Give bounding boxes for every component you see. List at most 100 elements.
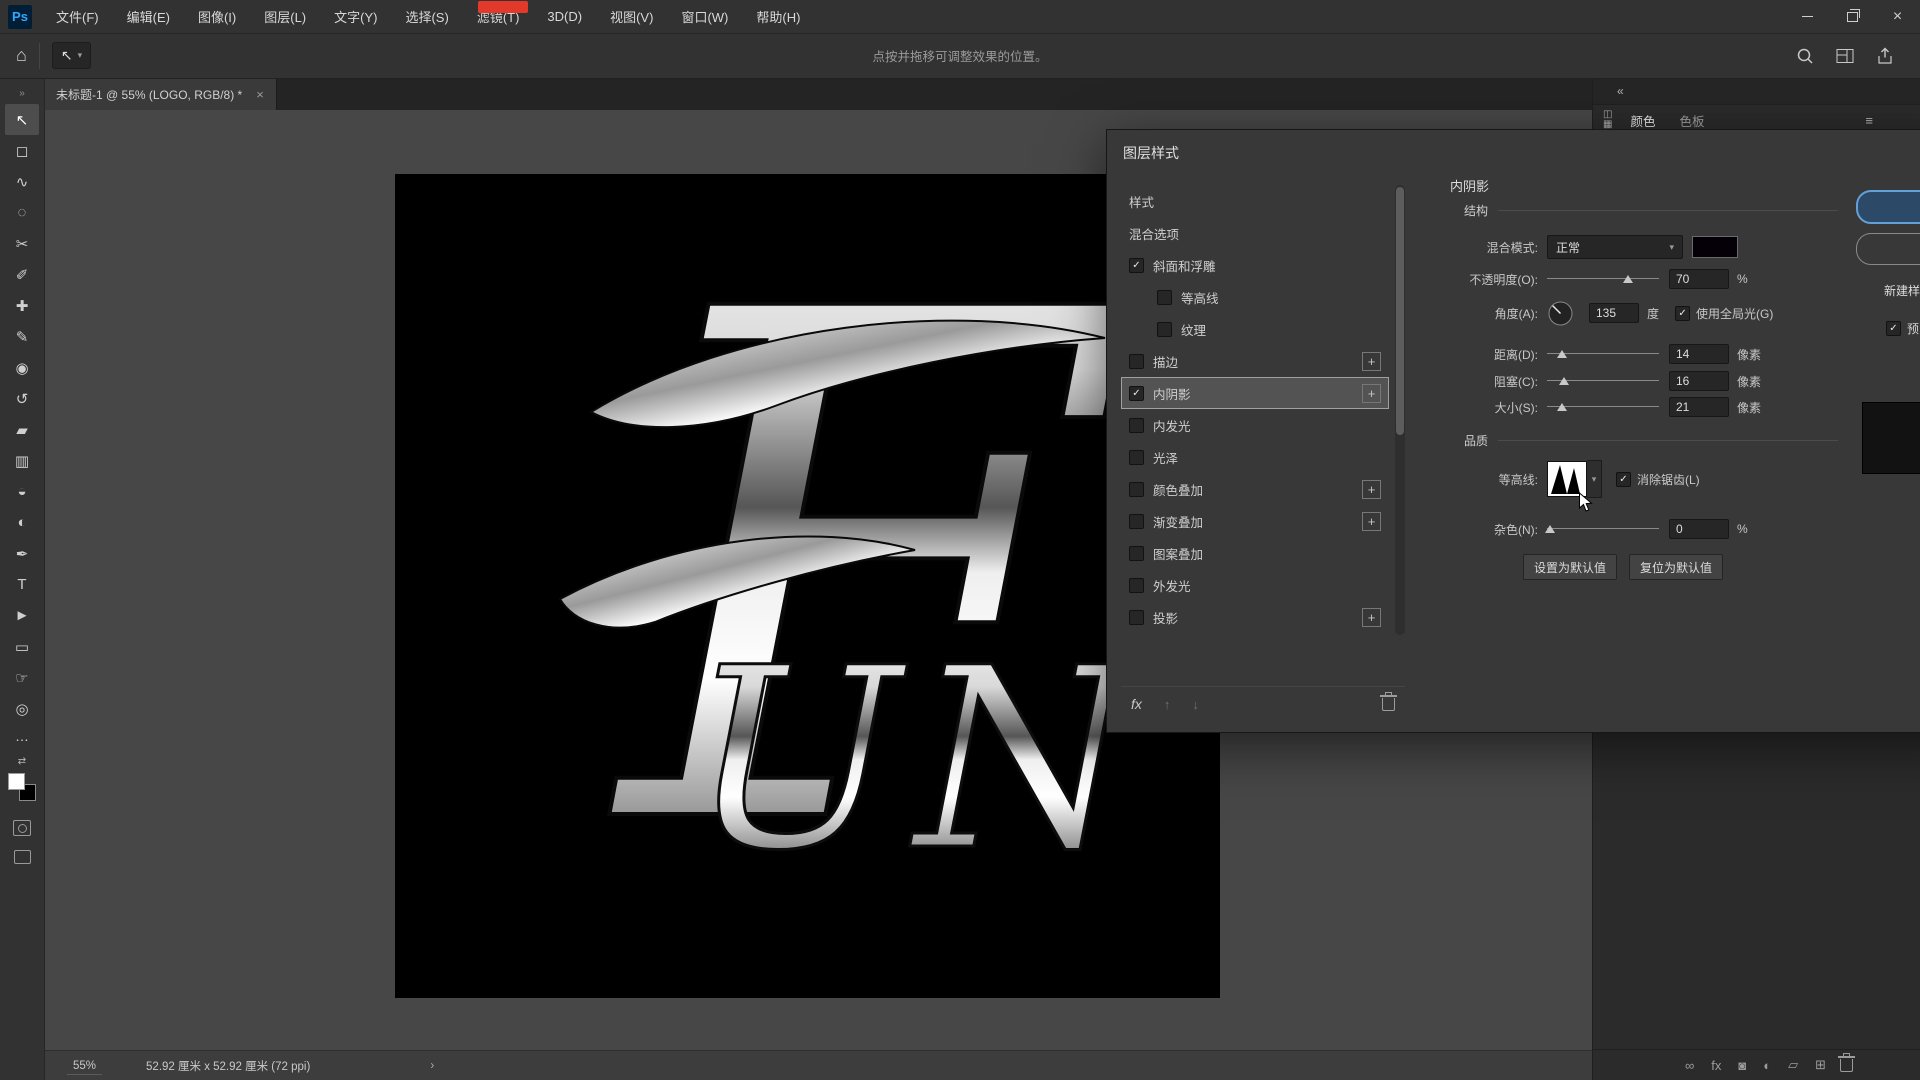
new-layer-icon[interactable]: ⊞ [1815,1057,1826,1073]
link-layers-icon[interactable]: ∞ [1685,1058,1694,1073]
tab-close-icon[interactable]: × [256,87,264,102]
minimize-button[interactable] [1785,0,1830,33]
menu-item[interactable]: 窗口(W) [667,0,742,33]
contour-picker-chevron-icon[interactable]: ▾ [1587,460,1602,498]
menu-item[interactable]: 视图(V) [596,0,667,33]
slider-thumb[interactable] [1557,403,1567,411]
contour-thumbnail[interactable] [1547,461,1587,497]
style-row-inner-glow[interactable]: 内发光 + [1121,409,1389,441]
style-row-drop-shadow[interactable]: 投影 + [1121,601,1389,633]
layer-mask-icon[interactable]: ◙ [1738,1058,1746,1073]
swap-colors-icon[interactable]: ⇄ [18,756,26,768]
choke-input[interactable] [1669,371,1729,391]
set-default-button[interactable]: 设置为默认值 [1523,554,1617,580]
style-row-pattern-overlay[interactable]: 图案叠加 + [1121,537,1389,569]
add-effect-instance-button[interactable]: + [1362,384,1381,403]
document-tab[interactable]: 未标题-1 @ 55% (LOGO, RGB/8) * × [44,78,277,110]
clone-stamp-tool[interactable]: ◉ [5,352,39,383]
panel-menu-icon[interactable]: ≡ [1865,113,1873,128]
zoom-level[interactable]: 55% [67,1058,102,1075]
opacity-slider[interactable] [1547,271,1659,287]
workspace-icon[interactable] [1836,47,1854,65]
edit-toolbar-icon[interactable]: … [15,728,29,748]
slider-thumb[interactable] [1545,525,1555,533]
menu-item[interactable]: 选择(S) [391,0,462,33]
add-effect-instance-button[interactable]: + [1362,480,1381,499]
style-enabled-checkbox[interactable] [1157,322,1172,337]
foreground-color-swatch[interactable] [8,773,25,790]
slider-thumb[interactable] [1557,350,1567,358]
gradient-tool[interactable]: ▥ [5,445,39,476]
move-effect-up-icon[interactable]: ↑ [1164,697,1171,712]
spot-healing-brush-tool[interactable]: ✚ [5,290,39,321]
menu-item[interactable]: 图层(L) [250,0,320,33]
use-global-light-checkbox[interactable] [1675,306,1690,321]
reset-default-button[interactable]: 复位为默认值 [1629,554,1723,580]
blend-mode-select[interactable]: 正常 ▾ [1547,235,1683,259]
anti-alias-checkbox[interactable] [1616,472,1631,487]
search-icon[interactable] [1796,47,1814,65]
home-icon[interactable]: ⌂ [16,45,27,66]
menu-item[interactable]: 图像(I) [184,0,250,33]
status-chevron-icon[interactable]: › [430,1060,434,1072]
tab-swatches[interactable]: 色板 [1679,111,1704,130]
style-row-bevel-emboss[interactable]: 斜面和浮雕 + [1121,249,1389,281]
canvas[interactable]: F UN [395,174,1220,998]
style-enabled-checkbox[interactable] [1129,418,1144,433]
add-effect-instance-button[interactable]: + [1362,352,1381,371]
collapsed-panel-icons[interactable]: ◫ ▦ [1603,110,1612,130]
zoom-tool[interactable]: ◎ [5,693,39,724]
path-selection-tool[interactable]: ► [5,600,39,631]
distance-slider[interactable] [1547,346,1659,362]
slider-thumb[interactable] [1559,377,1569,385]
style-row-styles[interactable]: 样式 + [1121,185,1389,217]
cancel-button[interactable] [1856,233,1920,265]
blur-tool[interactable]: ◒ [5,476,39,507]
pen-tool[interactable]: ✒ [5,538,39,569]
current-tool-button[interactable]: ↖ ▾ [52,42,91,69]
layer-effects-icon[interactable]: fx [1711,1058,1721,1073]
shadow-color-swatch[interactable] [1692,236,1738,258]
lasso-tool[interactable]: ∿ [5,166,39,197]
scrollbar-thumb[interactable] [1396,187,1404,435]
style-row-blending-options[interactable]: 混合选项 + [1121,217,1389,249]
eyedropper-tool[interactable]: ✐ [5,259,39,290]
menu-item[interactable]: 3D(D) [533,0,596,33]
size-slider[interactable] [1547,399,1659,415]
size-input[interactable] [1669,397,1729,417]
style-enabled-checkbox[interactable] [1129,578,1144,593]
distance-input[interactable] [1669,344,1729,364]
screen-mode-button[interactable] [14,850,31,864]
add-effect-instance-button[interactable]: + [1362,608,1381,627]
delete-layer-icon[interactable] [1840,1059,1853,1072]
style-row-outer-glow[interactable]: 外发光 + [1121,569,1389,601]
style-enabled-checkbox[interactable] [1129,258,1144,273]
delete-effect-icon[interactable] [1382,698,1395,711]
rectangular-marquee-tool[interactable]: ◻ [5,135,39,166]
slider-thumb[interactable] [1623,275,1633,283]
menu-item[interactable]: 编辑(E) [113,0,184,33]
choke-slider[interactable] [1547,373,1659,389]
preview-checkbox[interactable] [1886,321,1901,336]
move-tool[interactable]: ↖ [5,104,39,135]
menu-item[interactable]: 文件(F) [42,0,113,33]
close-button[interactable]: × [1875,0,1920,33]
styles-list-scrollbar[interactable] [1395,185,1405,635]
menu-item[interactable]: 帮助(H) [742,0,814,33]
brush-tool[interactable]: ✎ [5,321,39,352]
menu-item[interactable]: 文字(Y) [320,0,391,33]
style-enabled-checkbox[interactable] [1129,546,1144,561]
fx-icon[interactable]: fx [1121,696,1142,712]
move-effect-down-icon[interactable]: ↓ [1192,697,1199,712]
type-tool[interactable]: T [5,569,39,600]
style-enabled-checkbox[interactable] [1129,386,1144,401]
style-enabled-checkbox[interactable] [1129,610,1144,625]
style-row-inner-shadow[interactable]: 内阴影 + [1121,377,1389,409]
quick-selection-tool[interactable]: ◌ [5,197,39,228]
collapse-panels-icon[interactable]: « [1617,84,1624,98]
restore-button[interactable] [1830,0,1875,33]
group-layers-icon[interactable]: ▱ [1788,1057,1798,1073]
style-enabled-checkbox[interactable] [1129,450,1144,465]
eraser-tool[interactable]: ▰ [5,414,39,445]
style-enabled-checkbox[interactable] [1129,482,1144,497]
